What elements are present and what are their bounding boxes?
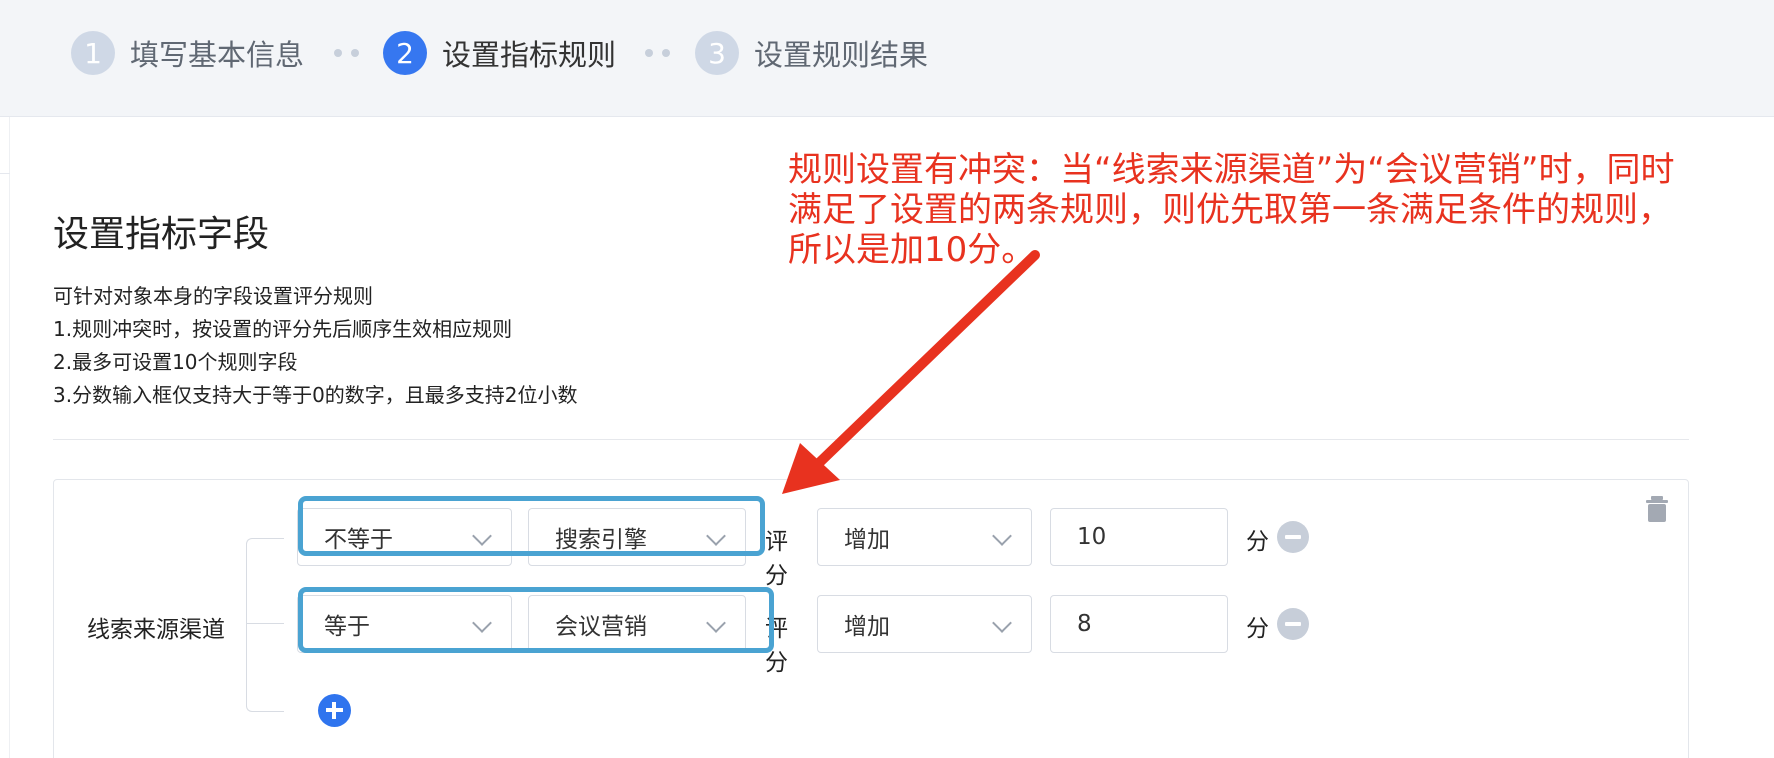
condition-bracket [246,538,284,712]
action-value: 增加 [844,614,890,640]
score-input[interactable]: 10 [1050,508,1228,566]
highlight-box [298,496,765,556]
action-select[interactable]: 增加 [817,508,1032,566]
step-3: 3 设置规则结果 [695,30,928,76]
description-line: 2.最多可设置10个规则字段 [53,350,298,374]
divider [53,439,1689,440]
action-value: 增加 [844,527,890,553]
annotation-line: 规则设置有冲突：当“线索来源渠道”为“会议营销”时，同时 [788,150,1675,190]
score-value: 8 [1077,611,1092,637]
plus-circle-icon[interactable] [318,694,351,727]
description-line: 1.规则冲突时，按设置的评分先后顺序生效相应规则 [53,317,513,341]
action-select[interactable]: 增加 [817,595,1032,653]
step-3-label: 设置规则结果 [754,38,929,72]
chevron-down-icon [992,613,1012,633]
annotation-line: 满足了设置的两条规则，则优先取第一条满足条件的规则， [788,190,1672,230]
condition-bracket-tick [246,623,284,624]
annotation-text: 规则设置有冲突：当“线索来源渠道”为“会议营销”时，同时 满足了设置的两条规则，… [788,150,1768,270]
description-line: 可针对对象本身的字段设置评分规则 [53,284,373,308]
section-title: 设置指标字段 [53,214,270,255]
step-1-number: 1 [71,31,115,75]
step-1: 1 填写基本信息 [71,30,304,76]
content-edge [0,117,10,758]
step-separator [645,49,670,57]
step-separator [334,49,359,57]
chevron-down-icon [992,526,1012,546]
section-description: 可针对对象本身的字段设置评分规则 1.规则冲突时，按设置的评分先后顺序生效相应规… [53,280,578,412]
minus-circle-icon[interactable] [1277,608,1309,640]
step-2-label: 设置指标规则 [442,38,617,72]
unit-label: 分 [1246,616,1269,642]
field-name-label: 线索来源渠道 [87,617,225,643]
annotation-line: 所以是加10分。 [788,230,1036,270]
minus-circle-icon[interactable] [1277,521,1309,553]
step-2: 2 设置指标规则 [383,30,616,76]
score-input[interactable]: 8 [1050,595,1228,653]
trash-icon[interactable] [1646,496,1668,522]
score-label: 评分 [765,529,788,589]
highlight-box [298,587,774,653]
description-line: 3.分数输入框仅支持大于等于0的数字，且最多支持2位小数 [53,383,578,407]
step-1-label: 填写基本信息 [130,38,305,72]
step-3-number: 3 [695,31,739,75]
score-value: 10 [1077,524,1107,550]
step-2-number: 2 [383,31,427,75]
step-header: 1 填写基本信息 2 设置指标规则 3 设置规则结果 [0,0,1774,117]
unit-label: 分 [1246,529,1269,555]
content-edge-mark [0,173,10,174]
